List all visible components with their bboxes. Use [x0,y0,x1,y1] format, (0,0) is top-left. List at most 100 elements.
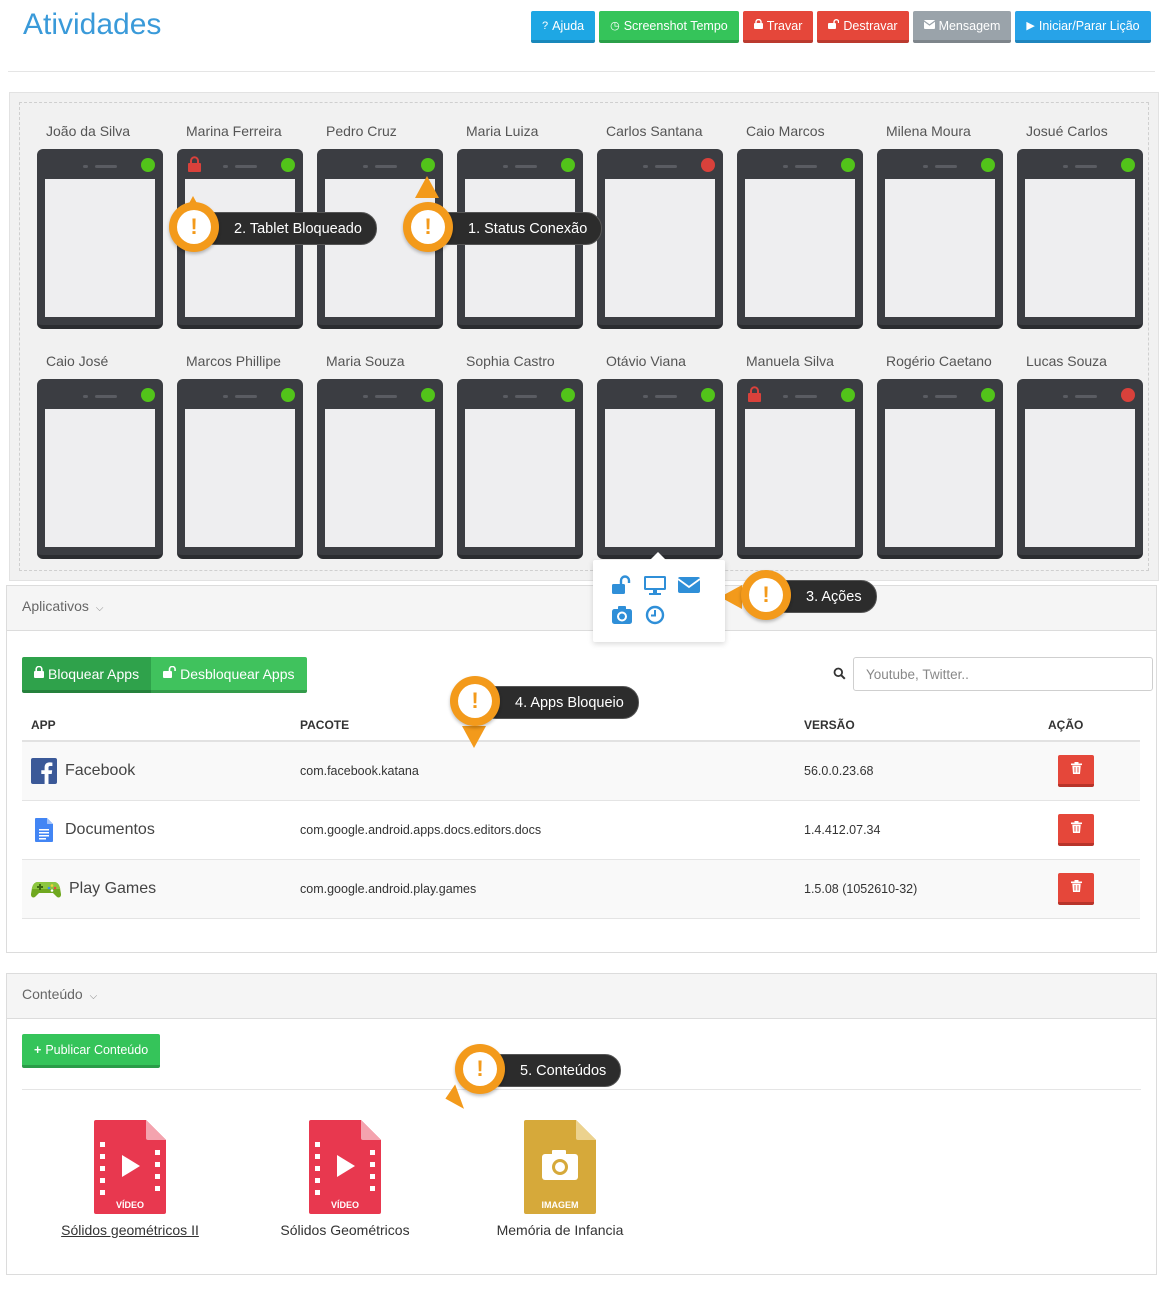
tablet-device[interactable] [177,379,303,559]
tablet-student-name: Pedro Cruz [326,123,397,139]
tablet-device[interactable] [37,149,163,329]
tablet-card[interactable]: Caio José [37,353,163,563]
tablet-card[interactable]: Carlos Santana [597,123,723,333]
connection-status-indicator [701,158,715,172]
table-row: Play Games com.google.android.play.games… [22,859,1140,919]
tablet-device[interactable] [457,379,583,559]
tablet-student-name: Josué Carlos [1026,123,1108,139]
camera-action-icon[interactable] [611,604,633,626]
tablet-screen[interactable] [605,409,715,547]
column-header-app: APP [22,709,291,742]
tablet-card[interactable]: Lucas Souza [1017,353,1143,563]
tablet-device[interactable] [1017,149,1143,329]
publish-content-label: Publicar Conteúdo [45,1042,149,1057]
tablet-device[interactable] [37,379,163,559]
app-search-input[interactable] [853,657,1153,691]
facebook-icon [31,757,57,784]
tablet-screen[interactable] [1025,179,1135,317]
connection-status-indicator [561,388,575,402]
connection-status-indicator [981,388,995,402]
content-item[interactable]: IMAGEM Memória de Infancia [460,1120,660,1238]
tablet-card[interactable]: Manuela Silva [737,353,863,563]
lock-button[interactable]: Travar [742,11,814,43]
app-action-cell [1039,800,1140,860]
content-title[interactable]: Sólidos Geométricos [245,1222,445,1238]
start-stop-lesson-button[interactable]: ▶ Iniciar/Parar Lição [1015,11,1151,43]
tablet-card[interactable]: Caio Marcos [737,123,863,333]
tablet-screen[interactable] [45,409,155,547]
tablet-camera [923,395,928,398]
tablet-screen[interactable] [885,179,995,317]
content-type-label: VÍDEO [115,1200,144,1210]
delete-app-button[interactable] [1058,813,1094,846]
tablet-screen[interactable] [745,409,855,547]
help-button[interactable]: ? Ajuda [531,11,596,43]
unblock-apps-button[interactable]: Desbloquear Apps [151,657,307,693]
tablet-card[interactable]: Josué Carlos [1017,123,1143,333]
content-title[interactable]: Memória de Infancia [460,1222,660,1238]
tablet-camera [783,395,788,398]
content-item[interactable]: VÍDEO Sólidos geométricos II [30,1120,230,1238]
tablet-actions-popup [593,552,725,642]
delete-app-button[interactable] [1058,872,1094,905]
tablet-grid: João da Silva Marina Ferreira Pedro Cruz Ma… [19,102,1149,571]
callout-label: 5. Conteúdos [485,1054,622,1087]
tablet-speaker [655,165,677,168]
content-title[interactable]: Sólidos geométricos II [30,1222,230,1238]
warning-icon: ! [450,676,500,726]
message-action-icon[interactable] [677,574,701,596]
tablet-card[interactable]: Milena Moura [877,123,1003,333]
tablet-speaker [375,395,397,398]
tablet-card[interactable]: Marcos Phillipe [177,353,303,563]
message-button[interactable]: Mensagem [912,11,1012,43]
lock-icon [753,18,763,32]
tablet-screen[interactable] [745,179,855,317]
warning-icon: ! [403,202,453,252]
trash-icon [1070,879,1082,895]
tablet-device[interactable] [877,149,1003,329]
tablet-screen[interactable] [605,179,715,317]
tablet-camera [363,165,368,168]
tablet-device[interactable] [737,379,863,559]
apps-panel-header[interactable]: Aplicativos ⌵ [7,586,1156,631]
tablet-card[interactable]: Rogério Caetano [877,353,1003,563]
unlock-button[interactable]: Destravar [817,11,909,43]
tablet-screen[interactable] [325,409,435,547]
tablet-screen[interactable] [185,409,295,547]
callout-tablet-locked: ! 2. Tablet Bloqueado [169,202,377,252]
clock-action-icon[interactable] [644,604,666,626]
tablet-screen[interactable] [465,409,575,547]
content-item[interactable]: VÍDEO Sólidos Geométricos [245,1120,445,1238]
tablet-screen[interactable] [885,409,995,547]
tablet-device[interactable] [317,379,443,559]
tablet-device[interactable] [597,149,723,329]
tablet-screen[interactable] [465,179,575,317]
warning-icon: ! [169,202,219,252]
tablet-screen[interactable] [45,179,155,317]
tablet-card[interactable]: João da Silva [37,123,163,333]
delete-app-button[interactable] [1058,754,1094,787]
unlock-action-icon[interactable] [611,574,633,596]
tablet-device[interactable] [597,379,723,559]
monitor-action-icon[interactable] [643,574,666,596]
tablet-card[interactable]: Sophia Castro [457,353,583,563]
column-header-version: VERSÃO [795,709,1039,742]
tablet-student-name: Rogério Caetano [886,353,992,369]
content-panel: Conteúdo ⌵ + Publicar Conteúdo VÍDEO Sól… [6,973,1157,1275]
callout-label: 2. Tablet Bloqueado [199,212,377,245]
tablet-card[interactable]: Otávio Viana [597,353,723,563]
content-panel-header[interactable]: Conteúdo ⌵ [7,974,1156,1019]
block-apps-button[interactable]: Bloquear Apps [22,657,152,693]
tablet-card[interactable]: Maria Souza [317,353,443,563]
callout-actions: ! 3. Ações [741,570,877,620]
unlock-icon [828,19,840,32]
tablet-device[interactable] [737,149,863,329]
unlock-label: Destravar [843,18,898,33]
tablet-device[interactable] [1017,379,1143,559]
unblock-apps-label: Desbloquear Apps [180,665,295,682]
tablet-speaker [795,395,817,398]
tablet-device[interactable] [877,379,1003,559]
publish-content-button[interactable]: + Publicar Conteúdo [22,1034,161,1068]
tablet-screen[interactable] [1025,409,1135,547]
screenshot-button[interactable]: ◷ Screenshot Tempo [599,11,739,43]
